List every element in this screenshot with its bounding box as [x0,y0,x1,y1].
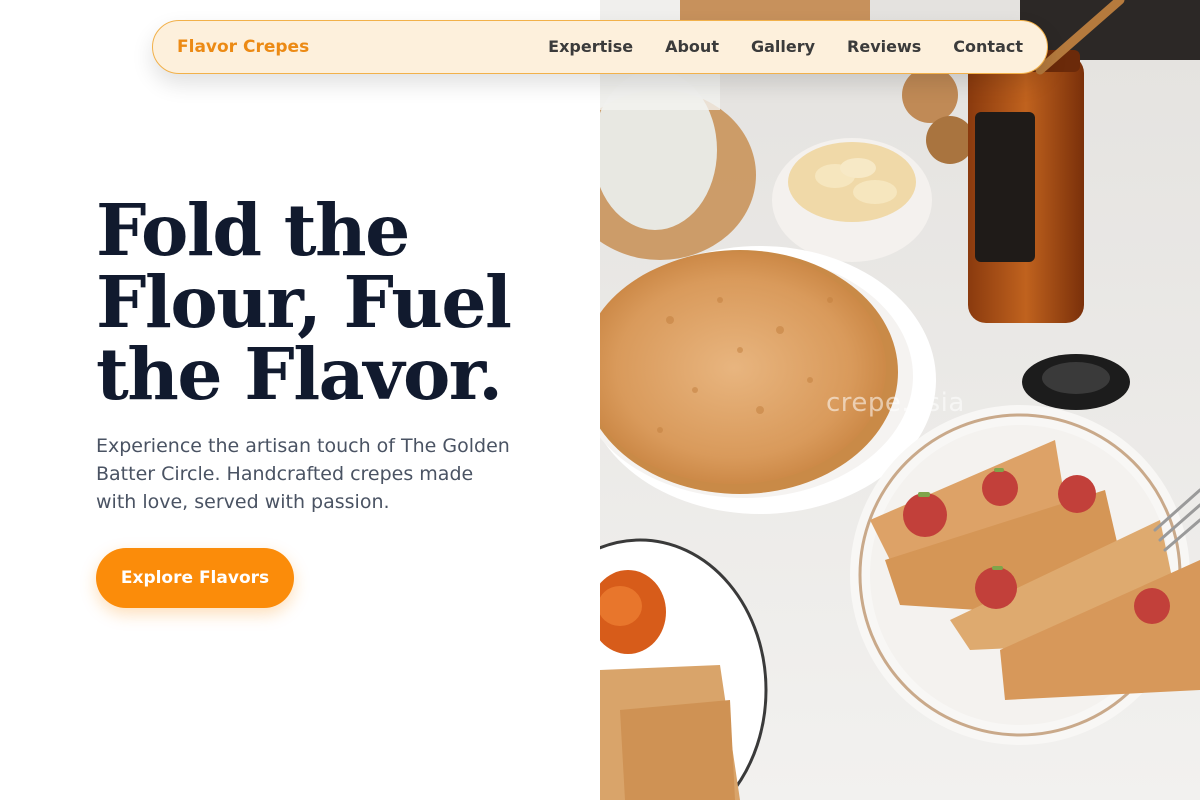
hero-image: crepe.asia [600,0,1200,800]
hero-subtitle: Experience the artisan touch of The Gold… [96,435,510,513]
hero-title: Fold the Flour, Fuel the Flavor. [96,194,566,410]
nav-link-gallery[interactable]: Gallery [751,37,815,56]
nav-link-expertise[interactable]: Expertise [548,37,633,56]
hero-title-line: Flour, Fuel [96,260,512,344]
watermark-text: crepe.asia [826,388,965,418]
top-navbar: Flavor Crepes Expertise About Gallery Re… [152,20,1048,74]
nav-link-contact[interactable]: Contact [953,37,1023,56]
hero-title-line: Fold the [96,188,410,272]
nav-link-reviews[interactable]: Reviews [847,37,921,56]
nav-links: Expertise About Gallery Reviews Contact [516,37,1023,56]
hero-title-line: the Flavor. [96,332,503,416]
hero-section: Fold the Flour, Fuel the Flavor. Experie… [0,0,600,800]
brand-logo-link[interactable]: Flavor Crepes [177,37,309,57]
nav-link-about[interactable]: About [665,37,719,56]
explore-flavors-button[interactable]: Explore Flavors [96,548,294,608]
